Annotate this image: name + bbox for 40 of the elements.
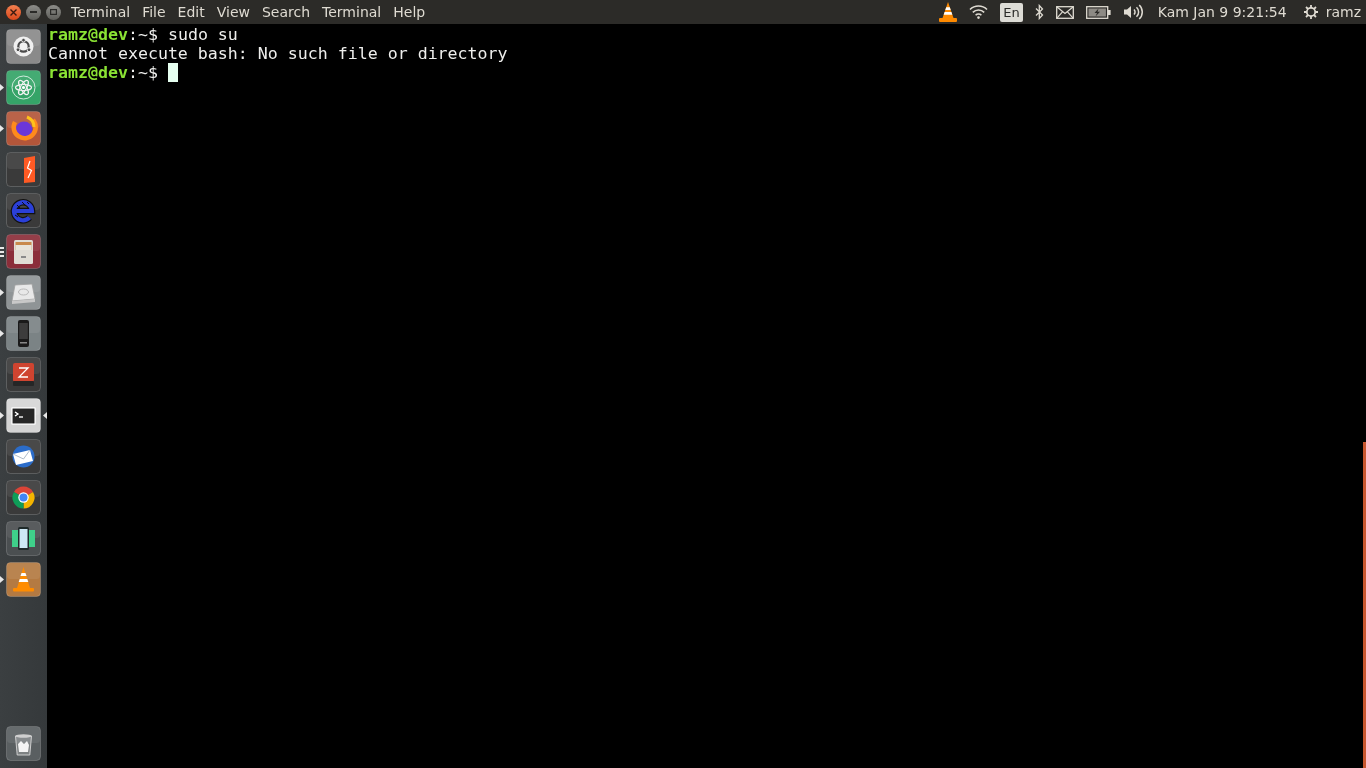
browser-icon[interactable] <box>6 480 41 515</box>
bluetooth-icon[interactable] <box>1034 4 1044 20</box>
terminal-icon[interactable] <box>6 398 41 433</box>
keyboard-layout-indicator[interactable]: En <box>1000 2 1023 22</box>
close-icon <box>10 8 17 16</box>
gear-icon <box>1302 4 1319 20</box>
shell-prompt: ramz@dev:~$ <box>48 25 158 44</box>
ring-logo-icon[interactable] <box>6 29 41 64</box>
wifi-icon[interactable] <box>969 5 989 19</box>
session-menu[interactable]: ramz <box>1302 4 1361 20</box>
battery-icon[interactable] <box>1085 5 1111 19</box>
menu-item[interactable]: View <box>210 0 256 24</box>
command-text: sudo su <box>167 25 238 44</box>
minimize-icon <box>30 11 37 13</box>
drive-icon[interactable] <box>6 275 41 310</box>
document-icon[interactable] <box>6 152 41 187</box>
cone-icon[interactable] <box>939 2 958 22</box>
maximize-button[interactable] <box>46 4 61 20</box>
atom-icon[interactable] <box>6 70 41 105</box>
trash-icon[interactable] <box>6 726 41 761</box>
menu-item[interactable]: Search <box>255 0 317 24</box>
menu-item[interactable]: Help <box>387 0 432 24</box>
mail-icon[interactable] <box>1055 5 1074 19</box>
book-icon[interactable] <box>6 357 41 392</box>
globe-icon[interactable] <box>6 111 41 146</box>
minimize-button[interactable] <box>26 4 41 20</box>
volume-icon[interactable] <box>1122 4 1144 20</box>
output-text: Cannot execute bash: No such file or directory <box>48 44 508 63</box>
maximize-icon <box>50 9 57 15</box>
clock[interactable]: Kam Jan 9 9:21:54 <box>1157 4 1287 20</box>
tablet-icon[interactable] <box>6 521 41 556</box>
menu-item[interactable]: Edit <box>171 0 211 24</box>
phone-icon[interactable] <box>6 316 41 351</box>
letter-e-icon[interactable] <box>6 193 41 228</box>
cabinet-icon[interactable] <box>6 234 41 269</box>
menu-item[interactable]: Terminal <box>316 0 388 24</box>
shell-prompt: ramz@dev:~$ <box>48 63 158 82</box>
close-button[interactable] <box>6 4 21 20</box>
menu-item[interactable]: Terminal <box>65 0 137 24</box>
menu-item[interactable]: File <box>136 0 172 24</box>
